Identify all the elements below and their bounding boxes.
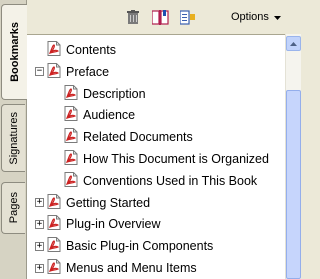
bookmark-item[interactable]: + Basic Plug-in Components — [35, 237, 213, 255]
expand-icon[interactable]: + — [35, 198, 44, 208]
bookmark-label: Getting Started — [66, 195, 151, 210]
trash-icon[interactable] — [126, 10, 140, 30]
bookmark-icon — [47, 193, 66, 212]
bookmark-label: Description — [83, 86, 146, 101]
vertical-scrollbar[interactable] — [285, 34, 301, 279]
bookmark-icon — [64, 171, 83, 190]
bookmark-properties-icon[interactable] — [179, 10, 195, 30]
bookmark-label: Audience — [83, 108, 136, 123]
bookmark-icon — [47, 259, 66, 277]
bookmark-icon — [47, 62, 66, 81]
expand-icon[interactable]: + — [35, 241, 44, 251]
dropdown-arrow-icon — [273, 11, 281, 23]
bookmark-label: How This Document is Organized — [83, 152, 269, 166]
tab-pages-label: Pages — [7, 192, 20, 224]
expand-icon[interactable]: + — [35, 219, 44, 229]
tab-signatures-label: Signatures — [7, 111, 20, 165]
scroll-up-button[interactable] — [286, 36, 301, 51]
expand-icon[interactable]: + — [35, 263, 44, 273]
scrollbar-thumb[interactable] — [286, 90, 301, 279]
bookmark-icon — [64, 84, 83, 103]
bookmark-item[interactable]: Description — [52, 84, 146, 103]
tab-signatures[interactable]: Signatures — [1, 104, 25, 172]
bookmark-item[interactable]: + Plug-in Overview — [35, 215, 160, 233]
bookmark-item[interactable]: + Getting Started — [35, 193, 151, 212]
options-menu-button[interactable]: Options — [231, 11, 281, 23]
tab-pages[interactable]: Pages — [1, 182, 25, 234]
bookmarks-toolbar: Options — [27, 0, 301, 34]
bookmark-icon — [64, 128, 83, 146]
options-label: Options — [231, 11, 269, 23]
bookmark-item[interactable]: How This Document is Organized — [52, 150, 269, 168]
bookmark-item[interactable]: Contents — [35, 41, 116, 59]
bookmark-label: Basic Plug-in Components — [66, 239, 214, 254]
bookmark-label: Related Documents — [83, 130, 193, 145]
bookmark-item[interactable]: Related Documents — [52, 128, 193, 146]
bookmark-label: Plug-in Overview — [66, 217, 161, 232]
bookmark-item[interactable]: Conventions Used in This Book — [52, 171, 258, 190]
bookmark-icon — [47, 41, 66, 59]
bookmark-icon — [64, 150, 83, 168]
bookmark-label: Preface — [66, 64, 110, 79]
bookmark-icon — [47, 237, 66, 255]
collapse-icon[interactable]: − — [35, 67, 44, 77]
bookmark-new-icon[interactable] — [151, 10, 169, 30]
navigation-tab-strip: Bookmarks Signatures Pages — [0, 0, 27, 279]
bookmarks-tree: Contents − Preface Description Audience Relat… — [27, 34, 301, 279]
bookmark-icon — [64, 106, 83, 124]
bookmark-label: Menus and Menu Items — [66, 261, 197, 275]
bookmark-label: Contents — [66, 43, 117, 57]
tab-bookmarks[interactable]: Bookmarks — [1, 4, 27, 100]
scroll-up-arrow-icon — [290, 41, 297, 46]
bookmark-label: Conventions Used in This Book — [83, 173, 258, 188]
tab-bookmarks-label: Bookmarks — [8, 22, 21, 82]
bookmark-item[interactable]: + Menus and Menu Items — [35, 259, 197, 277]
bookmark-item[interactable]: − Preface — [35, 62, 110, 81]
bookmark-icon — [47, 215, 66, 233]
bookmark-item[interactable]: Audience — [52, 106, 135, 124]
